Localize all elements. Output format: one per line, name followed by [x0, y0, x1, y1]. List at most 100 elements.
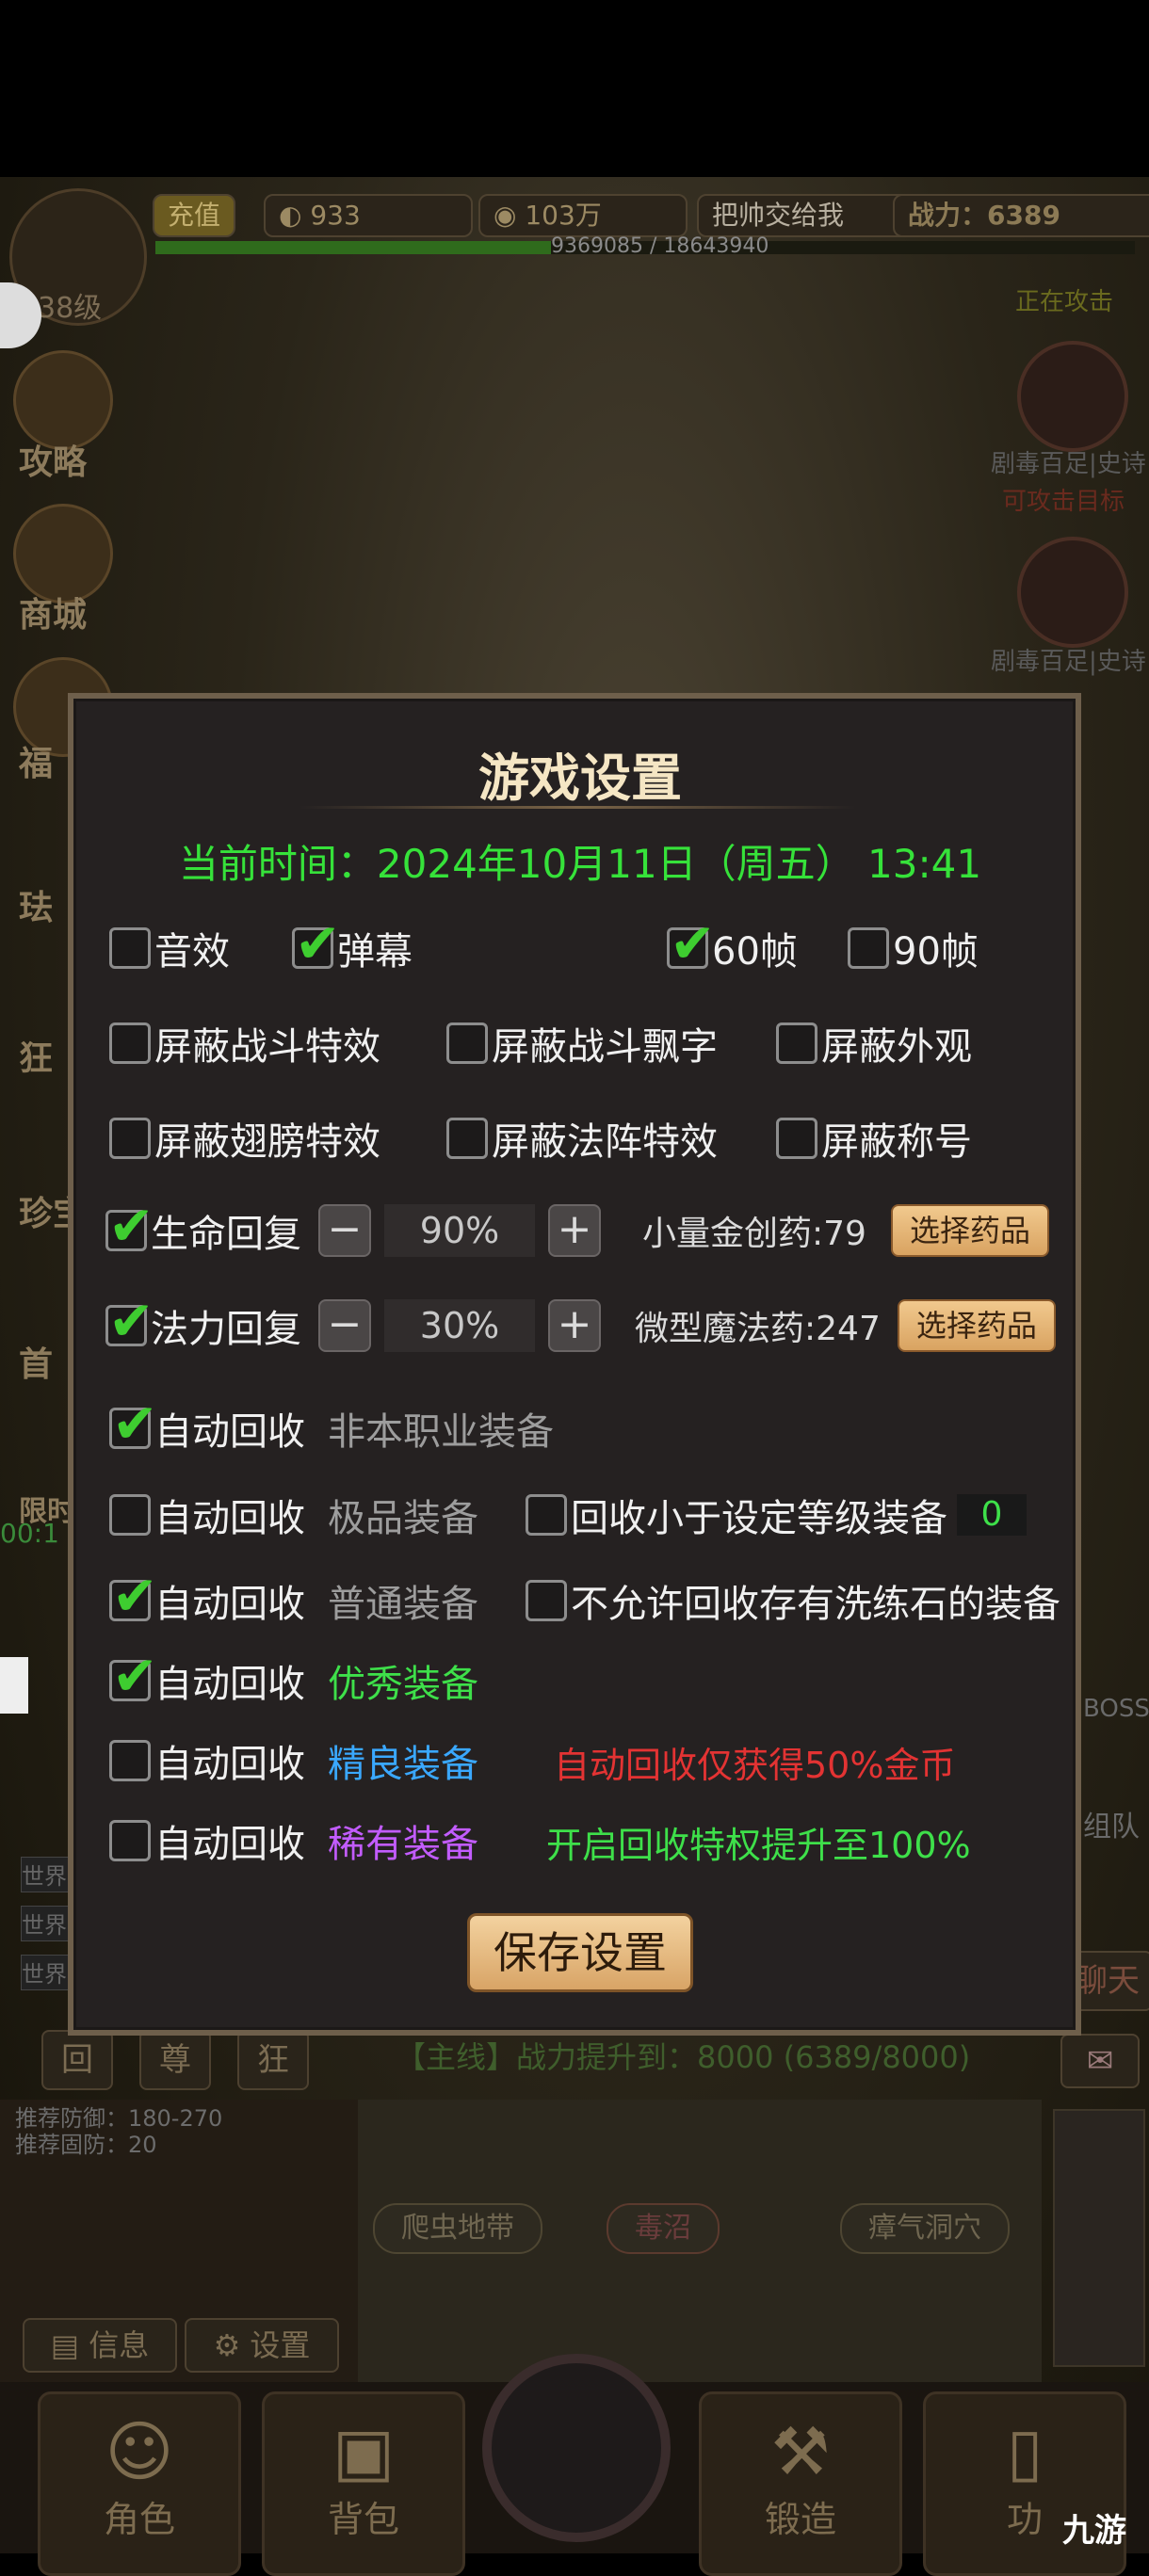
barrage-checkbox[interactable] — [292, 911, 341, 975]
recycle-fine-toggle[interactable]: 自动回收 精良装备 — [109, 1733, 478, 1788]
quest-tab-1[interactable]: 回 — [41, 2030, 113, 2090]
chat-tab-world-1[interactable]: 世界 — [21, 1857, 72, 1892]
fps60-toggle[interactable]: 60帧 — [667, 911, 798, 975]
hp-select-potion-button[interactable]: 选择药品 — [890, 1204, 1049, 1257]
fps60-checkbox[interactable] — [667, 911, 716, 975]
bag-icon: ▣ — [332, 2413, 396, 2490]
recycle-top-checkbox[interactable] — [109, 1494, 151, 1536]
hp-increase-button[interactable]: + — [548, 1204, 601, 1257]
recycle-below-level-toggle[interactable]: 回收小于设定等级装备 0 — [526, 1488, 1027, 1542]
recycle-rare-toggle[interactable]: 自动回收 稀有装备 — [109, 1813, 478, 1868]
hp-recover-checkbox[interactable] — [105, 1194, 154, 1258]
mp-recover-row: 法力回复 − 30% + 微型魔法药:247 选择药品 — [105, 1289, 1056, 1353]
recycle-nonclass-toggle[interactable]: 自动回收 非本职业装备 — [109, 1392, 554, 1456]
enemy-2-icon[interactable] — [1017, 537, 1128, 648]
recycle-top-label: 自动回收 — [154, 1497, 305, 1540]
recycle-top-desc: 极品装备 — [328, 1497, 478, 1540]
nav-bag[interactable]: ▣ 背包 — [262, 2391, 465, 2576]
enemy-1-icon[interactable] — [1017, 341, 1128, 452]
block-battle-text-toggle[interactable]: 屏蔽战斗飘字 — [446, 1016, 718, 1071]
no-recycle-wash-toggle[interactable]: 不允许回收存有洗练石的装备 — [526, 1573, 1060, 1628]
exp-text: 9369085 / 18643940 — [551, 234, 769, 258]
recharge-button[interactable]: 充值 — [153, 194, 236, 237]
barrage-toggle[interactable]: 弹幕 — [292, 911, 413, 975]
sound-toggle[interactable]: 音效 — [109, 921, 230, 975]
side-menu-guide[interactable]: 攻略 — [19, 435, 87, 484]
item-quick-bar[interactable] — [1053, 2109, 1145, 2367]
recycle-rare-checkbox[interactable] — [109, 1820, 151, 1861]
side-menu-shop[interactable]: 商城 — [19, 588, 87, 636]
mp-select-potion-button[interactable]: 选择药品 — [897, 1299, 1056, 1352]
hp-percent-value[interactable]: 90% — [384, 1204, 535, 1257]
nav-forge[interactable]: ⚒ 锻造 — [699, 2391, 902, 2576]
recycle-normal-toggle[interactable]: 自动回收 普通装备 — [109, 1564, 478, 1628]
gold-icon: ◐ — [279, 200, 311, 231]
team-button[interactable]: 组队 — [1083, 1803, 1140, 1844]
mp-percent-value[interactable]: 30% — [384, 1299, 535, 1352]
map-node-poison-swamp[interactable]: 毒沼 — [607, 2203, 720, 2254]
mp-decrease-button[interactable]: − — [318, 1299, 371, 1352]
recycle-level-input[interactable]: 0 — [957, 1494, 1027, 1536]
sound-checkbox[interactable] — [109, 927, 151, 969]
block-title-toggle[interactable]: 屏蔽称号 — [776, 1111, 972, 1166]
recycle-normal-checkbox[interactable] — [109, 1564, 158, 1628]
info-button[interactable]: ▤ 信息 — [23, 2318, 177, 2373]
hp-recover-label: 生命回复 — [151, 1213, 301, 1256]
recycle-good-toggle[interactable]: 自动回收 优秀装备 — [109, 1644, 478, 1708]
quest-tab-3[interactable]: 狂 — [237, 2030, 309, 2090]
settings-button-label: 设置 — [250, 2327, 311, 2363]
info-icon: ▤ — [50, 2327, 89, 2363]
recycle-top-toggle[interactable]: 自动回收 极品装备 — [109, 1488, 478, 1542]
recycle-normal-label: 自动回收 — [154, 1583, 305, 1626]
nav-bag-label: 背包 — [327, 2499, 399, 2540]
block-appearance-label: 屏蔽外观 — [821, 1025, 972, 1069]
mail-icon[interactable]: ✉ — [1060, 2034, 1140, 2088]
block-battle-fx-toggle[interactable]: 屏蔽战斗特效 — [109, 1016, 380, 1071]
recycle-good-desc: 优秀装备 — [328, 1663, 478, 1706]
recycle-fine-checkbox[interactable] — [109, 1740, 151, 1781]
no-recycle-wash-label: 不允许回收存有洗练石的装备 — [571, 1583, 1060, 1626]
mp-recover-checkbox[interactable] — [105, 1289, 154, 1353]
boss-button[interactable]: BOSS — [1083, 1695, 1149, 1723]
save-settings-button[interactable]: 保存设置 — [467, 1913, 693, 1992]
recycle-below-level-checkbox[interactable] — [526, 1494, 567, 1536]
side-menu-welfare[interactable]: 福 — [19, 736, 53, 785]
main-quest-text[interactable]: 【主线】战力提升到：8000 (6389/8000) — [396, 2034, 970, 2077]
block-title-checkbox[interactable] — [776, 1118, 817, 1159]
fps90-checkbox[interactable] — [848, 927, 889, 969]
side-menu-5[interactable]: 狂 — [19, 1031, 53, 1080]
hp-decrease-button[interactable]: − — [318, 1204, 371, 1257]
block-appearance-toggle[interactable]: 屏蔽外观 — [776, 1016, 972, 1071]
settings-button[interactable]: ⚙ 设置 — [185, 2318, 339, 2373]
nav-character[interactable]: ☺ 角色 — [38, 2391, 241, 2576]
gold-counter: ◐ 933 — [264, 194, 473, 237]
block-wing-fx-toggle[interactable]: 屏蔽翅膀特效 — [109, 1111, 380, 1166]
block-appearance-checkbox[interactable] — [776, 1022, 817, 1064]
enemy-2-name: 剧毒百足|史诗 — [991, 648, 1146, 676]
recycle-good-checkbox[interactable] — [109, 1644, 158, 1708]
block-array-fx-toggle[interactable]: 屏蔽法阵特效 — [446, 1111, 718, 1166]
recycle-nonclass-label: 自动回收 — [154, 1410, 305, 1454]
recycle-fine-desc: 精良装备 — [328, 1743, 478, 1786]
recycle-rare-label: 自动回收 — [154, 1823, 305, 1866]
fps90-toggle[interactable]: 90帧 — [848, 921, 979, 975]
side-menu-first[interactable]: 首 — [19, 1337, 53, 1386]
chat-tab-world-2[interactable]: 世界 — [21, 1906, 72, 1941]
main-attack-button[interactable] — [482, 2354, 671, 2542]
coin-counter: ◉ 103万 — [478, 194, 688, 237]
block-wing-fx-checkbox[interactable] — [109, 1118, 151, 1159]
recycle-nonclass-desc: 非本职业装备 — [328, 1410, 554, 1454]
side-menu-4[interactable]: 珐 — [19, 880, 53, 929]
mp-increase-button[interactable]: + — [548, 1299, 601, 1352]
recycle-below-level-label: 回收小于设定等级装备 — [571, 1497, 947, 1540]
recycle-nonclass-checkbox[interactable] — [109, 1392, 158, 1456]
quest-tab-2[interactable]: 尊 — [139, 2030, 211, 2090]
left-edge-icon[interactable] — [0, 1657, 28, 1714]
block-battle-fx-checkbox[interactable] — [109, 1022, 151, 1064]
no-recycle-wash-checkbox[interactable] — [526, 1580, 567, 1621]
block-battle-text-checkbox[interactable] — [446, 1022, 488, 1064]
block-array-fx-checkbox[interactable] — [446, 1118, 488, 1159]
map-node-miasma-cave[interactable]: 瘴气洞穴 — [840, 2203, 1010, 2254]
chat-tab-world-3[interactable]: 世界 — [21, 1955, 72, 1990]
map-node-creeper-zone[interactable]: 爬虫地带 — [373, 2203, 542, 2254]
